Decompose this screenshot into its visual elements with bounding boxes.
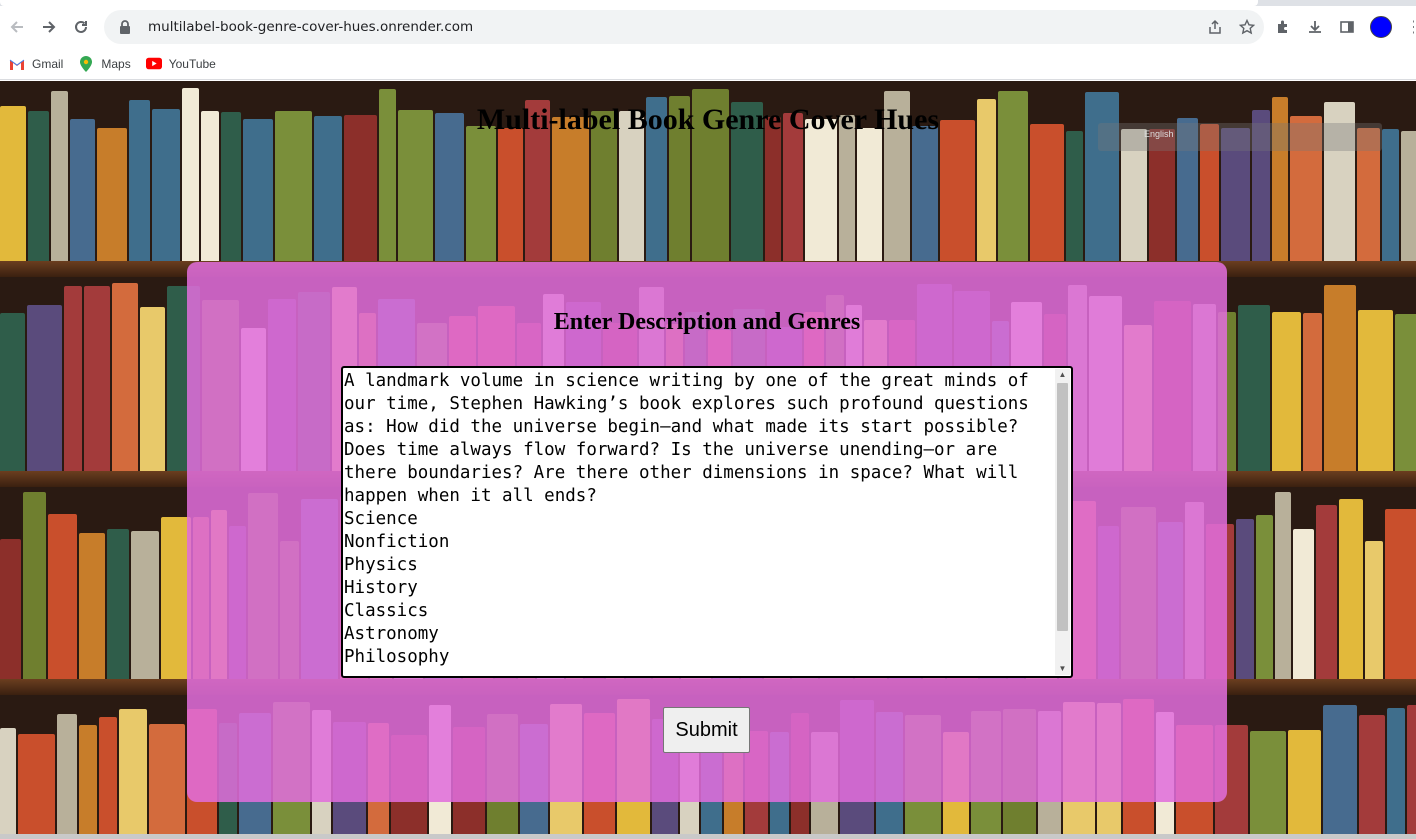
download-icon[interactable] [1306, 18, 1324, 36]
book-spine [466, 126, 496, 261]
book-spine [243, 119, 273, 261]
description-genres-textarea[interactable]: A landmark volume in science writing by … [341, 366, 1073, 678]
submit-button[interactable]: Submit [663, 707, 750, 753]
book-spine [97, 128, 127, 261]
gmail-icon [9, 57, 25, 71]
book-spine [1250, 731, 1286, 834]
book-spine [1066, 131, 1083, 261]
book-spine [112, 283, 138, 471]
book-spine [1365, 541, 1383, 679]
book-spine [0, 539, 21, 679]
book-spine [1316, 505, 1337, 679]
bookmark-gmail[interactable]: Gmail [9, 57, 63, 71]
profile-avatar[interactable] [1370, 16, 1392, 38]
book-spine [23, 492, 46, 679]
page-title: Multi-label Book Genre Cover Hues [476, 103, 940, 136]
book-spine [1236, 519, 1254, 679]
scroll-up-icon[interactable]: ▲ [1055, 369, 1070, 381]
book-spine [1387, 708, 1405, 834]
book-spine [1395, 314, 1416, 471]
book-spine [64, 286, 82, 471]
book-spine [765, 117, 781, 261]
url-text: multilabel-book-genre-cover-hues.onrende… [148, 19, 474, 35]
book-spine [1303, 313, 1322, 471]
book-spine [1275, 492, 1291, 679]
book-spine [1339, 499, 1363, 679]
book-spine [1359, 715, 1385, 834]
bookmark-maps[interactable]: Maps [78, 55, 131, 72]
browser-toolbar: multilabel-book-genre-cover-hues.onrende… [0, 6, 1416, 48]
youtube-icon [145, 57, 162, 71]
book-spine [79, 533, 105, 679]
extensions-icon[interactable] [1274, 18, 1292, 36]
book-spine [1358, 310, 1393, 471]
book-spine [0, 728, 16, 834]
book-spine [27, 305, 62, 471]
bookmark-youtube[interactable]: YouTube [145, 56, 216, 71]
book-spine [805, 119, 837, 261]
book-spine [912, 126, 938, 261]
side-panel-icon[interactable] [1338, 18, 1356, 36]
textarea-scrollbar[interactable]: ▲ ▼ [1055, 369, 1070, 675]
book-spine [1382, 129, 1399, 261]
book-spine [940, 120, 975, 261]
book-spine [99, 717, 117, 834]
book-spine [1256, 515, 1273, 679]
share-icon[interactable] [1206, 18, 1224, 36]
book-spine [1385, 509, 1416, 679]
book-spine [119, 709, 147, 834]
book-spine [84, 286, 110, 471]
address-bar[interactable]: multilabel-book-genre-cover-hues.onrende… [104, 10, 1264, 44]
book-spine [1030, 124, 1064, 261]
book-spine [18, 734, 55, 834]
form-title: Enter Description and Genres [553, 309, 861, 335]
book-spine [1293, 529, 1314, 679]
book-spine [1324, 285, 1356, 471]
bookmark-label: YouTube [168, 56, 216, 71]
book-spine [131, 531, 159, 679]
book-spine [140, 307, 165, 471]
bookmark-label: Gmail [32, 56, 64, 71]
page-content: English Multi-label Book Genre Cover Hue… [0, 81, 1416, 834]
book-spine [314, 116, 342, 261]
book-spine [107, 529, 129, 679]
book-spine [57, 714, 77, 834]
book-spine [1323, 705, 1357, 834]
book-spine [79, 725, 97, 834]
book-spine [1288, 730, 1321, 834]
scroll-down-icon[interactable]: ▼ [1055, 663, 1070, 675]
book-spine [1238, 305, 1270, 471]
maps-icon [78, 55, 94, 72]
back-arrow-icon [10, 21, 23, 33]
more-menu-icon[interactable]: ⋮ [1406, 17, 1414, 37]
forward-button[interactable] [33, 11, 65, 43]
book-spine [149, 724, 185, 834]
book-spine [48, 514, 77, 679]
reload-button[interactable] [65, 11, 97, 43]
reload-icon [75, 20, 87, 33]
bookmark-star-icon[interactable] [1238, 18, 1256, 36]
taskbar [0, 834, 1416, 839]
lock-icon[interactable] [116, 18, 134, 36]
back-button[interactable] [1, 11, 33, 43]
book-spine [1272, 312, 1301, 471]
bookmark-label: Maps [101, 56, 131, 71]
forward-arrow-icon [43, 21, 56, 33]
book-spine [70, 119, 95, 261]
book-spine [857, 128, 882, 261]
book-spine [1401, 131, 1416, 261]
scroll-thumb[interactable] [1057, 383, 1068, 631]
bookmarks-bar: Gmail Maps YouTube [0, 48, 1416, 80]
book-spine [0, 313, 25, 471]
book-spine [552, 117, 589, 261]
book-spine [498, 128, 523, 261]
book-spine [1407, 705, 1416, 834]
